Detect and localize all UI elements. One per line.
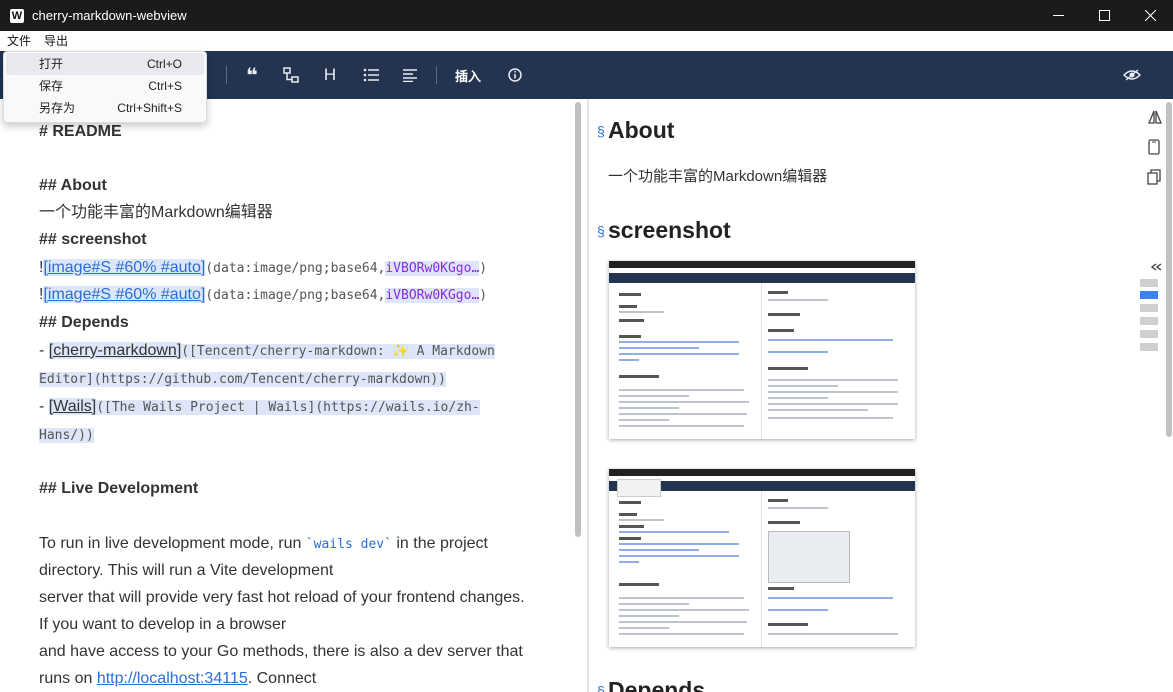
close-button[interactable] [1127,0,1173,31]
tree-structure-icon [283,67,299,83]
insert-button[interactable]: 插入 [448,51,488,99]
menu-item-save-as[interactable]: 另存为 Ctrl+Shift+S [4,97,206,119]
window-title: cherry-markdown-webview [32,8,187,23]
menu-item-save[interactable]: 保存 Ctrl+S [4,75,206,97]
image-link[interactable]: [image#S #60% #auto] [43,259,206,276]
editor-line: directory. This will run a Vite developm… [39,562,334,579]
quote-button[interactable]: ❝ [240,51,264,99]
editor-line: Editor](https://github.com/Tencent/cherr… [39,372,446,387]
preview-about-text: 一个功能丰富的Markdown编辑器 [608,168,828,185]
markdown-preview: § About 一个功能丰富的Markdown编辑器 § screenshot [589,99,1173,692]
screenshot-image [609,469,915,647]
toggle-preview-button[interactable] [1120,51,1144,99]
mobile-preview-button[interactable] [1148,139,1160,160]
markdown-editor[interactable]: # README ## About 一个功能丰富的Markdown编辑器 ## … [0,99,587,692]
toc-marker[interactable] [1140,317,1158,325]
list-button[interactable] [359,51,383,99]
toc-marker[interactable] [1140,304,1158,312]
eye-icon [1123,69,1141,81]
image-link[interactable]: [image#S #60% #auto] [43,286,206,303]
editor-line: If you want to develop in a browser [39,616,287,633]
screenshot-image [609,261,915,439]
maximize-icon [1098,10,1110,21]
dependency-link[interactable]: [Wails] [48,398,97,415]
mobile-icon [1148,139,1160,155]
app-logo-icon: W [10,8,24,23]
code-block-button[interactable] [279,51,303,99]
toc-marker-active[interactable] [1140,291,1158,299]
editor-line: ## screenshot [39,231,147,248]
heading-icon: H [323,65,337,84]
copy-button[interactable] [1147,169,1161,190]
heading-anchor[interactable]: § [597,123,605,139]
align-button[interactable] [398,51,422,99]
heading-anchor[interactable]: § [597,683,605,692]
split-view-icon [1148,110,1162,124]
editor-line: Hans/)) [39,428,94,443]
toc-marker[interactable] [1140,330,1158,338]
editor-line: ## About [39,177,107,194]
layout-toggle-button[interactable] [1147,109,1163,130]
menu-export[interactable]: 导出 [37,31,74,51]
maximize-button[interactable] [1081,0,1127,31]
file-menu-dropdown: 打开 Ctrl+O 保存 Ctrl+S 另存为 Ctrl+Shift+S [3,51,207,123]
list-icon [363,68,379,82]
toc-collapse-button[interactable] [1150,263,1163,274]
copy-icon [1147,169,1161,185]
editor-line: ![image#S #60% #auto](data:image/png;bas… [39,259,488,276]
window-controls [1035,0,1173,31]
editor-line: To run in live development mode, run `wa… [39,535,488,552]
editor-line: runs on http://localhost:34115. Connect [39,670,317,687]
editor-line: - [cherry-markdown]([Tencent/cherry-mark… [39,342,495,359]
heading-anchor[interactable]: § [597,223,605,239]
preview-heading-screenshot: screenshot [608,217,731,243]
editor-line: - [Wails]([The Wails Project | Wails](ht… [39,398,480,415]
close-icon [1144,10,1156,21]
info-icon [508,68,522,82]
minimize-button[interactable] [1035,0,1081,31]
dependency-link[interactable]: [cherry-markdown] [48,342,182,359]
double-chevron-left-icon [1150,263,1162,271]
toolbar-separator [436,66,437,84]
localhost-link[interactable]: http://localhost:34115 [97,670,248,687]
info-button[interactable] [503,51,527,99]
editor-line: and have access to your Go methods, ther… [39,643,523,660]
toc-marker[interactable] [1140,279,1158,287]
toolbar-separator [226,66,227,84]
quote-icon: ❝ [246,64,258,87]
editor-line: ![image#S #60% #auto](data:image/png;bas… [39,286,488,303]
preview-scrollbar[interactable] [1166,102,1172,437]
preview-heading-depends: Depends [608,677,706,692]
editor-line: ## Depends [39,314,129,331]
editor-line: 一个功能丰富的Markdown编辑器 [39,204,273,221]
editor-line: ## Live Development [39,480,199,497]
editor-scrollbar[interactable] [575,102,581,537]
title-bar: W cherry-markdown-webview [0,0,1173,31]
minimize-icon [1052,15,1064,16]
preview-heading-about: About [608,117,675,143]
menu-bar: 文件 导出 [0,31,1173,51]
heading-button[interactable]: H [318,51,342,99]
toc-marker[interactable] [1140,343,1158,351]
editor-line: server that will provide very fast hot r… [39,589,525,606]
menu-item-open[interactable]: 打开 Ctrl+O [6,53,204,75]
align-left-icon [403,69,417,82]
menu-file[interactable]: 文件 [0,31,37,51]
